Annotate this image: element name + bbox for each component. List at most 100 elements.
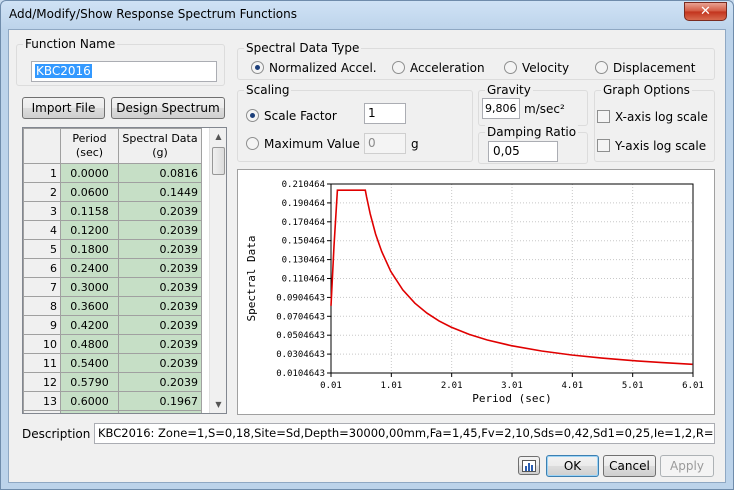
gravity-input[interactable]: 9,806 — [482, 98, 520, 119]
period-cell[interactable]: 0.1158 — [60, 201, 119, 221]
row-number[interactable]: 5 — [23, 239, 61, 259]
scroll-up-icon[interactable]: ▲ — [210, 128, 226, 145]
period-cell[interactable]: 0.1800 — [60, 239, 119, 259]
checkbox-icon — [597, 110, 610, 123]
period-header-text: Period — [72, 132, 107, 145]
scroll-thumb[interactable] — [212, 147, 225, 175]
row-number[interactable]: 6 — [23, 258, 61, 278]
row-number[interactable]: 1 — [23, 163, 61, 183]
spectral-data-cell[interactable]: 0.0816 — [118, 163, 202, 183]
row-number[interactable]: 14 — [23, 410, 61, 413]
radio-acceleration[interactable]: Acceleration — [392, 61, 485, 75]
x-tick-label: 0.01 — [320, 381, 342, 391]
scaling-label: Scaling — [244, 83, 292, 97]
title-bar[interactable]: Add/Modify/Show Response Spectrum Functi… — [1, 1, 733, 29]
scale-factor-input[interactable]: 1 — [364, 103, 406, 124]
row-number[interactable]: 12 — [23, 372, 61, 392]
spectral-data-cell[interactable]: 0.2039 — [118, 296, 202, 316]
period-cell[interactable]: 0.1200 — [60, 220, 119, 240]
spectral-data-cell[interactable]: 0.1789 — [118, 410, 202, 413]
row-number[interactable]: 3 — [23, 201, 61, 221]
table-row[interactable]: 1 0.0000 0.0816 — [23, 163, 202, 183]
spectral-data-cell[interactable]: 0.2039 — [118, 258, 202, 278]
row-number[interactable]: 9 — [23, 315, 61, 335]
import-file-button[interactable]: Import File — [22, 97, 105, 119]
description-input[interactable]: KBC2016: Zone=1,S=0,18,Site=Sd,Depth=300… — [94, 423, 715, 444]
radio-selected-icon — [246, 109, 259, 122]
corner-header — [23, 128, 61, 164]
table-row[interactable]: 5 0.1800 0.2039 — [23, 239, 202, 259]
table-row[interactable]: 11 0.5400 0.2039 — [23, 353, 202, 373]
row-number[interactable]: 10 — [23, 334, 61, 354]
checkbox-icon — [597, 139, 610, 152]
chart-icon-button[interactable] — [518, 456, 540, 475]
spectral-data-type-label: Spectral Data Type — [244, 41, 362, 55]
spectral-data-cell[interactable]: 0.2039 — [118, 353, 202, 373]
period-cell[interactable]: 0.5400 — [60, 353, 119, 373]
table-row[interactable]: 3 0.1158 0.2039 — [23, 201, 202, 221]
spectral-data-cell[interactable]: 0.2039 — [118, 220, 202, 240]
spectral-data-cell[interactable]: 0.2039 — [118, 201, 202, 221]
spectral-header-unit: (g) — [152, 146, 168, 159]
table-row[interactable]: 4 0.1200 0.2039 — [23, 220, 202, 240]
period-cell[interactable]: 0.4200 — [60, 315, 119, 335]
table-row[interactable]: 13 0.6000 0.1967 — [23, 391, 202, 411]
table-scrollbar[interactable]: ▲ ▼ — [209, 128, 226, 413]
spectral-data-cell[interactable]: 0.1449 — [118, 182, 202, 202]
x-axis-log-label: X-axis log scale — [615, 110, 708, 124]
period-column-header[interactable]: Period (sec) — [60, 128, 119, 164]
y-axis-log-checkbox[interactable]: Y-axis log scale — [597, 139, 706, 153]
spectrum-data-table[interactable]: Period (sec) Spectral Data (g) 1 0.0000 0.08… — [22, 127, 227, 414]
cancel-button[interactable]: Cancel — [603, 455, 656, 477]
row-number[interactable]: 11 — [23, 353, 61, 373]
table-row[interactable]: 6 0.2400 0.2039 — [23, 258, 202, 278]
ok-button[interactable]: OK — [546, 455, 599, 477]
radio-displacement[interactable]: Displacement — [595, 61, 696, 75]
period-cell[interactable]: 0.0600 — [60, 182, 119, 202]
x-tick-label: 2.01 — [441, 381, 463, 391]
period-cell[interactable]: 0.3000 — [60, 277, 119, 297]
window-title: Add/Modify/Show Response Spectrum Functi… — [9, 7, 297, 21]
table-row[interactable]: 8 0.3600 0.2039 — [23, 296, 202, 316]
period-cell[interactable]: 0.5790 — [60, 372, 119, 392]
close-button[interactable]: ✕ — [684, 2, 727, 21]
x-tick-label: 4.01 — [561, 381, 583, 391]
apply-button[interactable]: Apply — [660, 455, 714, 477]
spectral-data-cell[interactable]: 0.2039 — [118, 239, 202, 259]
spectral-data-cell[interactable]: 0.2039 — [118, 334, 202, 354]
table-row[interactable]: 2 0.0600 0.1449 — [23, 182, 202, 202]
table-row[interactable]: 10 0.4800 0.2039 — [23, 334, 202, 354]
spectral-data-cell[interactable]: 0.2039 — [118, 315, 202, 335]
row-number[interactable]: 7 — [23, 277, 61, 297]
damping-ratio-input[interactable]: 0,05 — [488, 141, 558, 162]
period-cell[interactable]: 0.4800 — [60, 334, 119, 354]
x-axis-log-checkbox[interactable]: X-axis log scale — [597, 110, 708, 124]
radio-scale-factor[interactable]: Scale Factor — [246, 109, 337, 123]
radio-velocity[interactable]: Velocity — [504, 61, 569, 75]
table-row[interactable]: 9 0.4200 0.2039 — [23, 315, 202, 335]
spectral-data-cell[interactable]: 0.2039 — [118, 372, 202, 392]
maximum-value-input[interactable]: 0 — [364, 133, 406, 154]
spectral-data-column-header[interactable]: Spectral Data (g) — [118, 128, 202, 164]
y-tick-label: 0.150464 — [282, 237, 325, 247]
table-row[interactable]: 7 0.3000 0.2039 — [23, 277, 202, 297]
design-spectrum-button[interactable]: Design Spectrum — [111, 97, 225, 119]
function-name-value: KBC2016 — [35, 64, 92, 78]
radio-normalized-accel[interactable]: Normalized Accel. — [251, 61, 377, 75]
table-row[interactable]: 12 0.5790 0.2039 — [23, 372, 202, 392]
period-cell[interactable]: 0.3600 — [60, 296, 119, 316]
row-number[interactable]: 2 — [23, 182, 61, 202]
period-cell[interactable]: 0.2400 — [60, 258, 119, 278]
radio-maximum-value[interactable]: Maximum Value — [246, 137, 360, 151]
row-number[interactable]: 13 — [23, 391, 61, 411]
spectral-data-cell[interactable]: 0.2039 — [118, 277, 202, 297]
scroll-down-icon[interactable]: ▼ — [210, 396, 226, 413]
period-cell[interactable]: 0.0000 — [60, 163, 119, 183]
table-row[interactable]: 140.66000.1789 — [23, 410, 202, 413]
period-cell[interactable]: 0.6000 — [60, 391, 119, 411]
period-cell[interactable]: 0.6600 — [60, 410, 119, 413]
row-number[interactable]: 4 — [23, 220, 61, 240]
spectral-data-cell[interactable]: 0.1967 — [118, 391, 202, 411]
row-number[interactable]: 8 — [23, 296, 61, 316]
function-name-input[interactable]: KBC2016 — [31, 61, 217, 82]
